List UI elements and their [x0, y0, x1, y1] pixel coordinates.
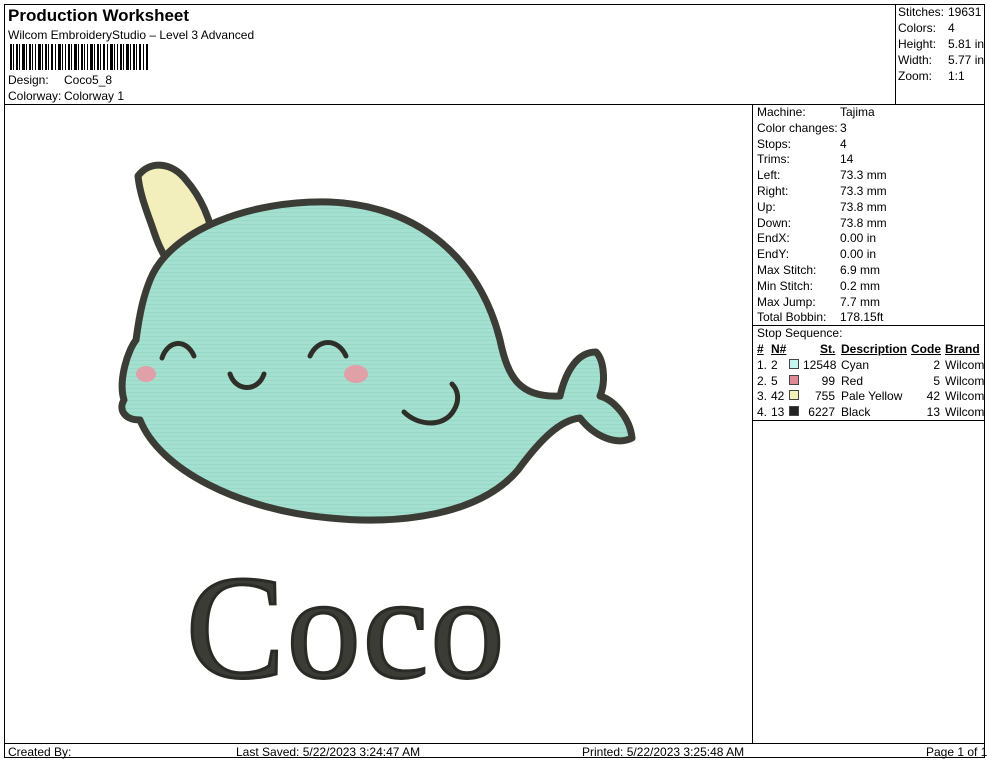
row-code: 42 — [926, 389, 940, 403]
row-brand: Wilcom — [945, 405, 985, 419]
summary-divider — [895, 4, 896, 104]
row-num: 2. — [757, 374, 768, 388]
color-swatch — [789, 390, 799, 400]
footer-created-by: Created By: — [8, 745, 72, 759]
row-brand: Wilcom — [945, 389, 985, 403]
specs-divider — [752, 104, 753, 744]
design-value: Coco5_8 — [64, 73, 113, 87]
summary-width-label: Width: — [898, 53, 933, 67]
row-stitches: 12548 — [803, 358, 837, 372]
summary-zoom-value: 1:1 — [948, 69, 965, 83]
row-needle: 5 — [771, 374, 778, 388]
color-swatch — [789, 406, 799, 416]
summary-height-value: 5.81 in — [948, 37, 985, 51]
software-name: Wilcom EmbroideryStudio – Level 3 Advanc… — [8, 28, 255, 42]
colorway-value: Colorway 1 — [64, 89, 125, 103]
narwhal-body — [118, 198, 636, 524]
left-cheek-shape — [136, 366, 156, 382]
row-needle: 42 — [771, 389, 785, 403]
row-stitches: 99 — [821, 374, 835, 388]
row-stitches: 755 — [814, 389, 835, 403]
row-code: 5 — [933, 374, 940, 388]
row-num: 4. — [757, 405, 768, 419]
summary-colors-label: Colors: — [898, 21, 937, 35]
col-header-description: Description — [841, 342, 908, 356]
col-header-n: N# — [771, 342, 787, 356]
stop-sequence-title: Stop Sequence: — [757, 326, 843, 340]
summary-height-label: Height: — [898, 37, 937, 51]
col-header-st: St. — [820, 342, 836, 356]
col-header-brand: Brand — [945, 342, 980, 356]
row-code: 2 — [933, 358, 940, 372]
right-cheek-shape — [344, 365, 368, 383]
row-num: 3. — [757, 389, 768, 403]
row-brand: Wilcom — [945, 374, 985, 388]
footer-last-saved: Last Saved: 5/22/2023 3:24:47 AM — [236, 745, 421, 759]
header-divider — [4, 104, 985, 105]
row-description: Black — [841, 405, 871, 419]
summary-width-value: 5.77 in — [948, 53, 985, 67]
row-needle: 2 — [771, 358, 778, 372]
col-header-num: # — [757, 342, 764, 356]
row-code: 13 — [926, 405, 940, 419]
row-stitches: 6227 — [808, 405, 835, 419]
row-brand: Wilcom — [945, 358, 985, 372]
color-swatch — [789, 359, 799, 369]
footer-divider — [4, 743, 985, 744]
row-needle: 13 — [771, 405, 785, 419]
barcode-image — [10, 44, 148, 70]
design-text: Coco — [184, 546, 507, 710]
stop-sequence-bottom-line — [752, 420, 985, 421]
row-description: Red — [841, 374, 864, 388]
colorway-label: Colorway: — [8, 89, 62, 103]
color-swatch — [789, 375, 799, 385]
row-num: 1. — [757, 358, 768, 372]
summary-stitches-value: 19631 — [948, 5, 982, 19]
row-description: Cyan — [841, 358, 870, 372]
row-description: Pale Yellow — [841, 389, 903, 403]
summary-colors-value: 4 — [948, 21, 955, 35]
footer-printed: Printed: 5/22/2023 3:25:48 AM — [582, 745, 745, 759]
col-header-code: Code — [911, 342, 941, 356]
summary-stitches-label: Stitches: — [898, 5, 945, 19]
summary-zoom-label: Zoom: — [898, 69, 933, 83]
footer-page: Page 1 of 1 — [926, 745, 988, 759]
design-label: Design: — [8, 73, 49, 87]
page-title: Production Worksheet — [8, 6, 190, 25]
